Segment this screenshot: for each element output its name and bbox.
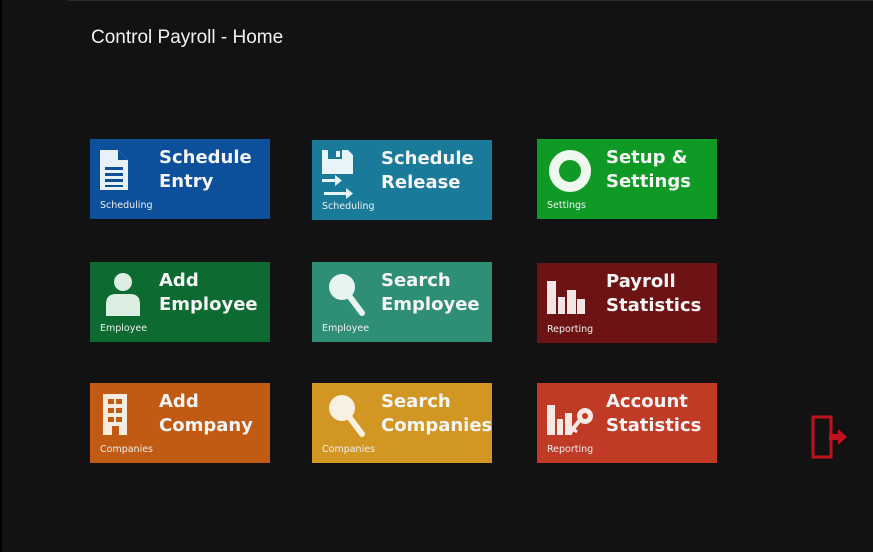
building-icon (98, 391, 146, 443)
exit-button[interactable] (811, 415, 849, 461)
tile-category: Employee (322, 323, 370, 334)
bar-chart-icon (545, 271, 593, 323)
tile-category: Settings (547, 200, 586, 211)
window-frame-top (67, 0, 873, 1)
tile-category: Reporting (547, 444, 594, 455)
save-release-icon (320, 148, 368, 200)
chart-key-icon (545, 391, 593, 443)
tile-label: Add Company (159, 391, 253, 436)
exit-door-icon (811, 415, 847, 459)
tile-label: Search Employee (381, 270, 480, 315)
tile-category: Companies (100, 444, 154, 455)
tile-label: Account Statistics (606, 391, 702, 436)
payroll-statistics-tile[interactable]: Payroll Statistics Reporting (537, 263, 717, 343)
schedule-entry-tile[interactable]: Schedule Entry Scheduling (90, 139, 270, 219)
add-employee-tile[interactable]: Add Employee Employee (90, 262, 270, 342)
tile-category: Employee (100, 323, 148, 334)
tile-category: Companies (322, 444, 376, 455)
magnifier-icon (320, 270, 368, 322)
window-frame-left (0, 0, 2, 552)
tile-category: Scheduling (322, 201, 375, 212)
page-title: Control Payroll - Home (91, 27, 284, 48)
add-company-tile[interactable]: Add Company Companies (90, 383, 270, 463)
search-employee-tile[interactable]: Search Employee Employee (312, 262, 492, 342)
tile-label: Search Companies (381, 391, 492, 436)
tile-label: Add Employee (159, 270, 258, 315)
tile-category: Reporting (547, 324, 594, 335)
tile-category: Scheduling (100, 200, 153, 211)
tile-label: Schedule Entry (159, 147, 252, 192)
settings-ring-icon (545, 147, 593, 199)
document-icon (98, 147, 146, 199)
tile-label: Setup & Settings (606, 147, 691, 192)
schedule-release-tile[interactable]: Schedule Release Scheduling (312, 140, 492, 220)
search-companies-tile[interactable]: Search Companies Companies (312, 383, 492, 463)
tile-label: Payroll Statistics (606, 271, 702, 316)
tile-label: Schedule Release (381, 148, 474, 193)
magnifier-icon (320, 391, 368, 443)
account-statistics-tile[interactable]: Account Statistics Reporting (537, 383, 717, 463)
setup-settings-tile[interactable]: Setup & Settings Settings (537, 139, 717, 219)
person-icon (98, 270, 146, 322)
